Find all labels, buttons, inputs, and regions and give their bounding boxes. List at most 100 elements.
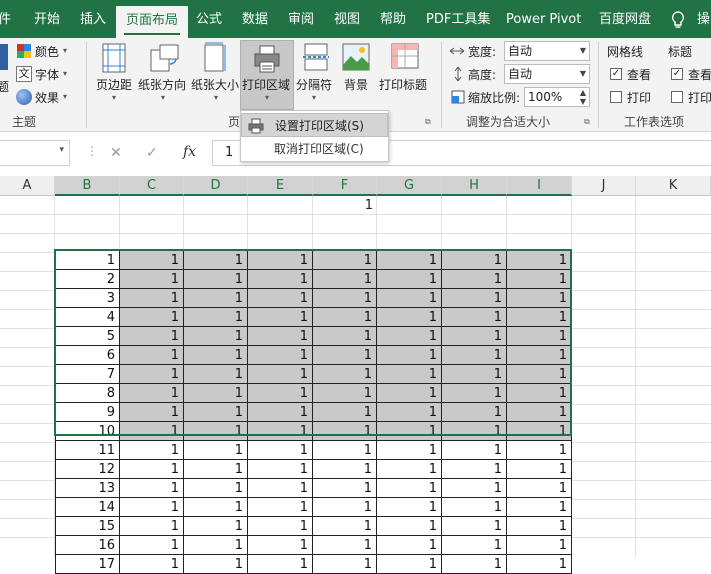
gridlines-print-checkbox[interactable]: [610, 91, 622, 103]
height-select[interactable]: 自动 ▼: [504, 64, 590, 84]
table-cell[interactable]: 1: [377, 517, 442, 536]
cell-f1[interactable]: 1: [313, 196, 377, 215]
theme-fonts-button[interactable]: 字体: [35, 66, 59, 83]
spinner-arrows-icon[interactable]: ▲ ▼: [580, 88, 586, 106]
print-titles-button[interactable]: 打印标题: [379, 76, 427, 93]
table-cell[interactable]: 1: [184, 555, 248, 574]
table-cell[interactable]: 1: [313, 479, 377, 498]
print-titles-icon[interactable]: [390, 42, 420, 75]
background-button[interactable]: 背景: [344, 76, 368, 93]
table-cell[interactable]: 1: [507, 536, 572, 555]
table-cell[interactable]: 1: [248, 479, 313, 498]
column-header-c[interactable]: C: [120, 176, 184, 196]
table-cell[interactable]: 1: [120, 479, 184, 498]
table-cell[interactable]: 1: [507, 479, 572, 498]
gridlines-view-checkbox[interactable]: ✓: [610, 68, 622, 80]
theme-colors-button[interactable]: 颜色: [35, 43, 59, 60]
table-cell[interactable]: 1: [442, 479, 507, 498]
scale-spinner[interactable]: 100% ▲ ▼: [524, 87, 590, 107]
menu-item-clear-print-area[interactable]: 取消打印区域(C): [241, 137, 388, 161]
enter-icon[interactable]: ✓: [146, 145, 158, 161]
table-cell[interactable]: 1: [377, 498, 442, 517]
margins-button[interactable]: 页边距: [96, 76, 132, 93]
table-cell[interactable]: 1: [442, 555, 507, 574]
tab-data[interactable]: 数据: [242, 0, 268, 38]
theme-effects-button[interactable]: 效果: [35, 89, 59, 106]
tab-view[interactable]: 视图: [334, 0, 360, 38]
table-cell[interactable]: 1: [184, 536, 248, 555]
tab-help[interactable]: 帮助: [380, 0, 406, 38]
table-cell[interactable]: 1: [313, 555, 377, 574]
table-cell[interactable]: 1: [184, 498, 248, 517]
tab-file[interactable]: 件: [0, 0, 11, 38]
breaks-button[interactable]: 分隔符: [296, 76, 332, 93]
tab-formulas[interactable]: 公式: [196, 0, 222, 38]
table-cell[interactable]: 1: [184, 517, 248, 536]
function-icon[interactable]: fx: [183, 144, 196, 160]
width-select[interactable]: 自动 ▼: [504, 41, 590, 61]
table-cell[interactable]: 1: [313, 460, 377, 479]
table-cell[interactable]: 11: [55, 441, 120, 460]
lightbulb-icon[interactable]: [670, 11, 686, 32]
table-cell[interactable]: 1: [377, 536, 442, 555]
table-cell[interactable]: 1: [507, 517, 572, 536]
table-cell[interactable]: 1: [184, 479, 248, 498]
tab-pdf-tools[interactable]: PDF工具集: [426, 0, 490, 38]
table-cell[interactable]: 16: [55, 536, 120, 555]
table-cell[interactable]: 1: [377, 479, 442, 498]
column-header-d[interactable]: D: [184, 176, 248, 196]
table-cell[interactable]: 1: [184, 460, 248, 479]
tab-tell-me[interactable]: 操: [697, 0, 710, 38]
table-cell[interactable]: 1: [377, 555, 442, 574]
tab-home[interactable]: 开始: [34, 0, 60, 38]
headings-print-checkbox[interactable]: [671, 91, 683, 103]
table-cell[interactable]: 1: [377, 441, 442, 460]
table-cell[interactable]: 1: [442, 460, 507, 479]
table-cell[interactable]: 1: [120, 517, 184, 536]
themes-icon[interactable]: [0, 44, 8, 70]
table-cell[interactable]: 1: [507, 460, 572, 479]
table-cell[interactable]: 1: [120, 498, 184, 517]
menu-item-set-print-area[interactable]: 设置打印区域(S): [241, 113, 388, 137]
table-cell[interactable]: 1: [120, 555, 184, 574]
paper-size-button[interactable]: 纸张大小: [191, 76, 239, 93]
background-image-icon[interactable]: [342, 43, 370, 74]
table-cell[interactable]: 1: [248, 555, 313, 574]
margins-icon[interactable]: [101, 43, 127, 76]
column-header-h[interactable]: H: [442, 176, 507, 196]
table-cell[interactable]: 14: [55, 498, 120, 517]
table-cell[interactable]: 1: [313, 517, 377, 536]
table-cell[interactable]: 1: [442, 498, 507, 517]
cancel-icon[interactable]: ✕: [110, 145, 122, 161]
table-cell[interactable]: 1: [120, 460, 184, 479]
tab-baidu-netdisk[interactable]: 百度网盘: [599, 0, 651, 38]
column-header-a[interactable]: A: [0, 176, 55, 196]
table-cell[interactable]: 1: [120, 536, 184, 555]
table-cell[interactable]: 1: [442, 517, 507, 536]
tab-power-pivot[interactable]: Power Pivot: [506, 0, 581, 38]
column-header-b[interactable]: B: [55, 176, 120, 196]
column-header-f[interactable]: F: [313, 176, 377, 196]
tab-review[interactable]: 审阅: [288, 0, 314, 38]
table-cell[interactable]: 1: [377, 460, 442, 479]
table-cell[interactable]: 1: [248, 441, 313, 460]
table-cell[interactable]: 1: [313, 536, 377, 555]
table-cell[interactable]: 15: [55, 517, 120, 536]
table-cell[interactable]: 1: [184, 441, 248, 460]
table-cell[interactable]: 1: [442, 536, 507, 555]
table-cell[interactable]: 1: [507, 441, 572, 460]
tab-page-layout[interactable]: 页面布局: [116, 6, 189, 38]
column-header-i[interactable]: I: [507, 176, 572, 196]
headings-view-checkbox[interactable]: ✓: [671, 68, 683, 80]
column-header-j[interactable]: J: [572, 176, 636, 196]
table-cell[interactable]: 13: [55, 479, 120, 498]
table-cell[interactable]: 1: [313, 441, 377, 460]
table-cell[interactable]: 1: [248, 536, 313, 555]
dialog-launcher-icon[interactable]: ⧉: [425, 117, 431, 127]
table-cell[interactable]: 1: [248, 517, 313, 536]
table-cell[interactable]: 1: [120, 441, 184, 460]
orientation-button[interactable]: 纸张方向: [138, 76, 186, 93]
table-cell[interactable]: 1: [248, 460, 313, 479]
breaks-icon[interactable]: [302, 42, 330, 75]
paper-size-icon[interactable]: [201, 42, 229, 75]
